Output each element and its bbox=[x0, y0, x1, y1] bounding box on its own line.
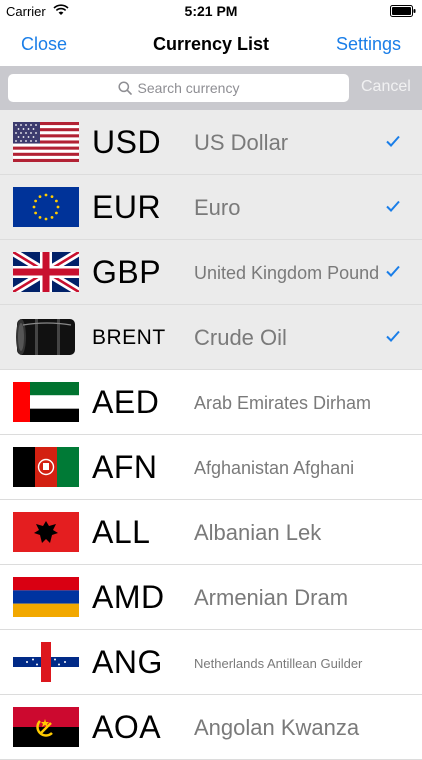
navigation-bar: Close Currency List Settings bbox=[0, 22, 422, 66]
list-item[interactable]: GBP United Kingdom Pound bbox=[0, 240, 422, 305]
checkmark-icon bbox=[386, 200, 400, 212]
list-item[interactable]: AOA Angolan Kwanza bbox=[0, 695, 422, 760]
netherlands-antilles-flag-icon bbox=[13, 642, 79, 682]
currency-code: ANG bbox=[92, 644, 163, 680]
currency-code: GBP bbox=[92, 254, 162, 290]
eu-flag-icon bbox=[13, 187, 79, 227]
currency-name: Angolan Kwanza bbox=[194, 715, 360, 740]
currency-code: USD bbox=[92, 124, 162, 160]
currency-name: United Kingdom Pound bbox=[194, 263, 380, 283]
battery-icon bbox=[390, 5, 416, 17]
armenia-flag-icon bbox=[13, 577, 79, 617]
cancel-button[interactable]: Cancel bbox=[361, 78, 411, 96]
settings-button[interactable]: Settings bbox=[336, 34, 401, 55]
currency-name: Afghanistan Afghani bbox=[194, 458, 355, 478]
afghanistan-flag-icon bbox=[13, 447, 79, 487]
checkmark-icon bbox=[386, 135, 400, 147]
currency-code: AFN bbox=[92, 449, 158, 485]
list-item[interactable]: ANG Netherlands Antillean Guilder bbox=[0, 630, 422, 695]
oil-barrel-icon bbox=[13, 317, 79, 357]
uae-flag-icon bbox=[13, 382, 79, 422]
currency-name: US Dollar bbox=[194, 130, 289, 155]
currency-name: Armenian Dram bbox=[194, 585, 349, 610]
list-item[interactable]: ALL Albanian Lek bbox=[0, 500, 422, 565]
currency-name: Crude Oil bbox=[194, 325, 287, 350]
status-time: 5:21 PM bbox=[184, 3, 238, 19]
currency-code: ALL bbox=[92, 514, 151, 550]
list-item[interactable]: AED Arab Emirates Dirham bbox=[0, 370, 422, 435]
currency-code: AOA bbox=[92, 709, 162, 745]
list-item[interactable]: USD US Dollar bbox=[0, 110, 422, 175]
currency-name: Arab Emirates Dirham bbox=[194, 393, 372, 413]
currency-code: AMD bbox=[92, 579, 165, 615]
list-item[interactable]: AMD Armenian Dram bbox=[0, 565, 422, 630]
checkmark-icon bbox=[386, 330, 400, 342]
angola-flag-icon bbox=[13, 707, 79, 747]
list-item[interactable]: EUR Euro bbox=[0, 175, 422, 240]
currency-list: USD US Dollar EUR Euro GBP United Kingdo… bbox=[0, 110, 422, 760]
status-bar: Carrier 5:21 PM bbox=[0, 0, 422, 22]
uk-flag-icon bbox=[13, 252, 79, 292]
checkmark-icon bbox=[386, 265, 400, 277]
us-flag-icon bbox=[13, 122, 79, 162]
albania-flag-icon bbox=[13, 512, 79, 552]
currency-name: Euro bbox=[194, 195, 241, 220]
search-input[interactable]: Search currency bbox=[8, 74, 349, 102]
currency-code: EUR bbox=[92, 189, 162, 225]
currency-code: AED bbox=[92, 384, 160, 420]
search-bar: Search currency Cancel bbox=[0, 66, 422, 110]
search-icon bbox=[117, 81, 132, 95]
search-placeholder: Search currency bbox=[137, 80, 240, 96]
currency-name: Netherlands Antillean Guilder bbox=[194, 656, 363, 671]
list-item[interactable]: AFN Afghanistan Afghani bbox=[0, 435, 422, 500]
currency-code: BRENT bbox=[92, 326, 166, 349]
list-item[interactable]: BRENT Crude Oil bbox=[0, 305, 422, 370]
currency-name: Albanian Lek bbox=[194, 520, 322, 545]
